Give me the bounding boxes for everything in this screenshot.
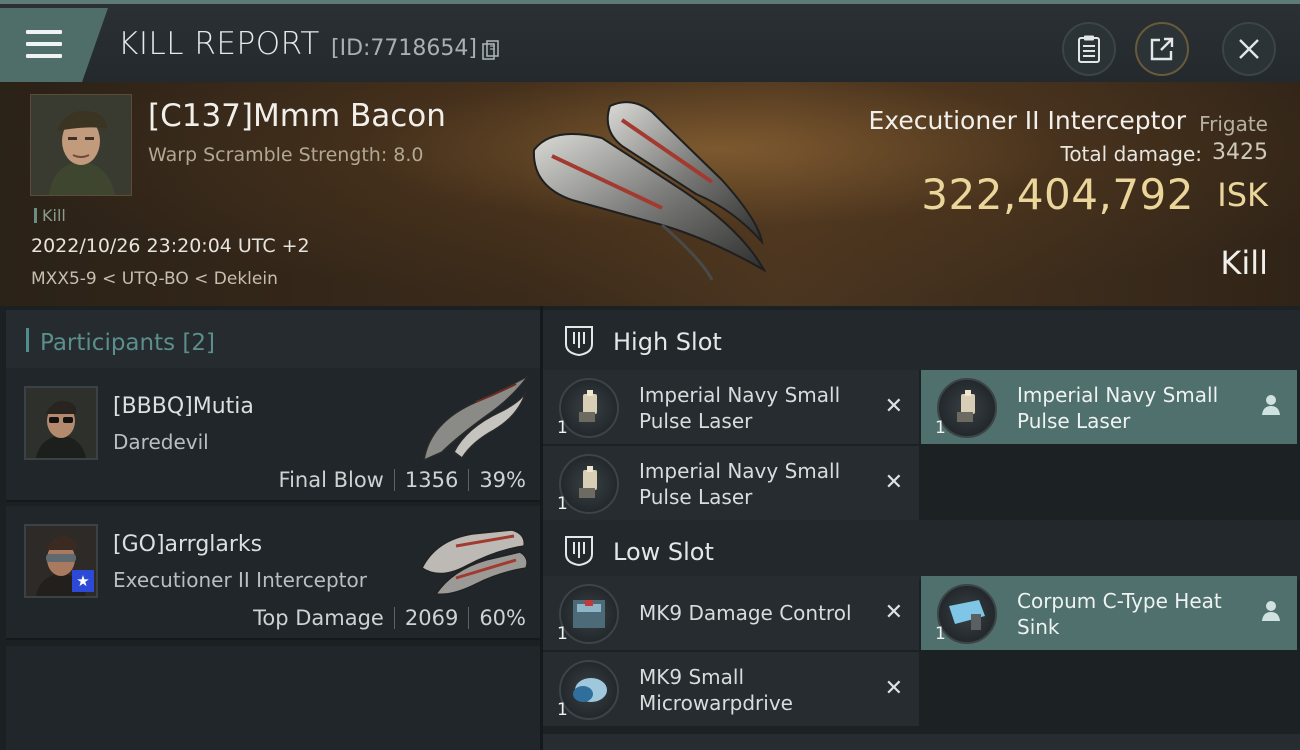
module-quantity: 1 [557, 624, 568, 644]
star-badge-icon: ★ [72, 570, 94, 592]
participant-percent: 60% [479, 606, 526, 630]
participant-damage: 1356 [404, 468, 459, 492]
copy-icon[interactable] [482, 40, 500, 60]
participants-header[interactable]: Participants [2] [6, 310, 540, 368]
participants-label: Participants [40, 330, 176, 356]
participant-ship-image [423, 375, 529, 462]
participants-panel: Participants [2] [BBBQ]Mutia Daredevil F… [0, 306, 540, 750]
victim-ship-class: Frigate [1199, 112, 1268, 136]
destroyed-icon: ✕ [884, 676, 903, 701]
page-title: KILL REPORT [118, 26, 320, 62]
destroyed-icon: ✕ [884, 470, 903, 495]
participant-card[interactable]: [BBBQ]Mutia Daredevil Final Blow 1356 39… [6, 368, 540, 502]
close-button[interactable] [1222, 22, 1276, 76]
module-name: Imperial Navy Small Pulse Laser [1017, 383, 1219, 433]
stats-divider [468, 607, 470, 629]
module-quantity: 1 [935, 624, 946, 644]
low-slot-header: Low Slot [543, 520, 1300, 580]
participant-card[interactable]: ★ [GO]arrglarks Executioner II Intercept… [6, 506, 540, 640]
kill-time: 2022/10/26 23:20:04 UTC +2 [31, 235, 310, 257]
menu-button[interactable] [0, 8, 108, 82]
victim-avatar[interactable] [30, 94, 132, 196]
module-name: Imperial Navy Small Pulse Laser [639, 383, 841, 433]
module-item[interactable]: 1 MK9 Small Microwarpdrive ✕ [543, 652, 919, 726]
stats-divider [393, 607, 395, 629]
participant-role: Top Damage [253, 606, 384, 630]
module-name: Corpum C-Type Heat Sink [1017, 589, 1222, 639]
module-name: MK9 Small Microwarpdrive [639, 665, 793, 715]
clipboard-button[interactable] [1062, 22, 1116, 76]
heat-sink-icon [937, 584, 997, 644]
victim-ship-name[interactable]: Executioner II Interceptor [869, 106, 1186, 135]
fitting-panel: High Slot 1 Imperial Navy Small Pulse La… [543, 306, 1300, 750]
module-item[interactable]: 1 Imperial Navy Small Pulse Laser [921, 370, 1297, 444]
destroyed-icon: ✕ [884, 394, 903, 419]
participant-role: Final Blow [278, 468, 384, 492]
high-slot-header: High Slot [543, 310, 1300, 370]
pulse-laser-icon [559, 454, 619, 514]
participants-count: [2] [182, 330, 216, 356]
module-item[interactable]: 1 Corpum C-Type Heat Sink [921, 576, 1297, 650]
low-slot-icon [565, 536, 593, 566]
microwarpdrive-icon [559, 660, 619, 720]
person-icon [1262, 395, 1280, 415]
victim-summary: [C137]Mmm Bacon Warp Scramble Strength: … [0, 82, 1300, 306]
victim-name[interactable]: [C137]Mmm Bacon [148, 98, 446, 134]
participant-name[interactable]: [GO]arrglarks [113, 532, 262, 557]
module-item[interactable]: 1 Imperial Navy Small Pulse Laser ✕ [543, 370, 919, 444]
participant-ship: Executioner II Interceptor [113, 568, 367, 592]
result-label: Kill [1220, 244, 1268, 282]
participants-empty-area [6, 646, 540, 750]
participant-stats: Final Blow 1356 39% [279, 468, 526, 492]
kill-tag: Kill [34, 206, 66, 225]
module-quantity: 1 [935, 418, 946, 438]
total-damage-value: 3425 [1212, 140, 1268, 165]
participant-damage: 2069 [404, 606, 459, 630]
participant-percent: 39% [479, 468, 526, 492]
isk-unit: ISK [1217, 176, 1268, 214]
module-quantity: 1 [557, 418, 568, 438]
total-damage-label: Total damage: [1060, 142, 1203, 166]
person-icon [1262, 601, 1280, 621]
close-icon [1239, 39, 1259, 59]
warp-scramble-strength: Warp Scramble Strength: 8.0 [148, 144, 424, 166]
module-item[interactable]: 1 Imperial Navy Small Pulse Laser ✕ [543, 446, 919, 520]
damage-control-icon [559, 584, 619, 644]
participant-name[interactable]: [BBBQ]Mutia [113, 394, 254, 419]
report-id: [ID:7718654] [331, 36, 477, 61]
kill-location[interactable]: MXX5-9 < UTQ-BO < Deklein [31, 269, 278, 289]
module-item[interactable]: 1 MK9 Damage Control ✕ [543, 576, 919, 650]
isk-value: 322,404,792 [921, 170, 1194, 219]
top-bar: KILL REPORT [ID:7718654] [0, 0, 1300, 82]
participant-ship-image [421, 529, 528, 596]
module-quantity: 1 [557, 700, 568, 720]
module-name: MK9 Damage Control [639, 601, 852, 625]
next-slot-header-partial [543, 734, 1300, 750]
pulse-laser-icon [559, 378, 619, 438]
clipboard-icon [1078, 35, 1100, 63]
menu-icon [26, 30, 62, 60]
participant-stats: Top Damage 2069 60% [253, 606, 526, 630]
module-quantity: 1 [557, 494, 568, 514]
participant-ship: Daredevil [113, 430, 209, 454]
pulse-laser-icon [937, 378, 997, 438]
destroyed-icon: ✕ [884, 600, 903, 625]
high-slot-icon [565, 326, 593, 356]
share-icon [1150, 37, 1174, 61]
header-accent-bar [26, 328, 29, 352]
victim-ship-image [532, 101, 767, 281]
low-slot-label: Low Slot [613, 538, 714, 566]
participant-avatar [24, 386, 98, 460]
share-button[interactable] [1135, 22, 1189, 76]
stats-divider [393, 469, 395, 491]
high-slot-label: High Slot [613, 328, 722, 356]
module-name: Imperial Navy Small Pulse Laser [639, 459, 841, 509]
stats-divider [468, 469, 470, 491]
